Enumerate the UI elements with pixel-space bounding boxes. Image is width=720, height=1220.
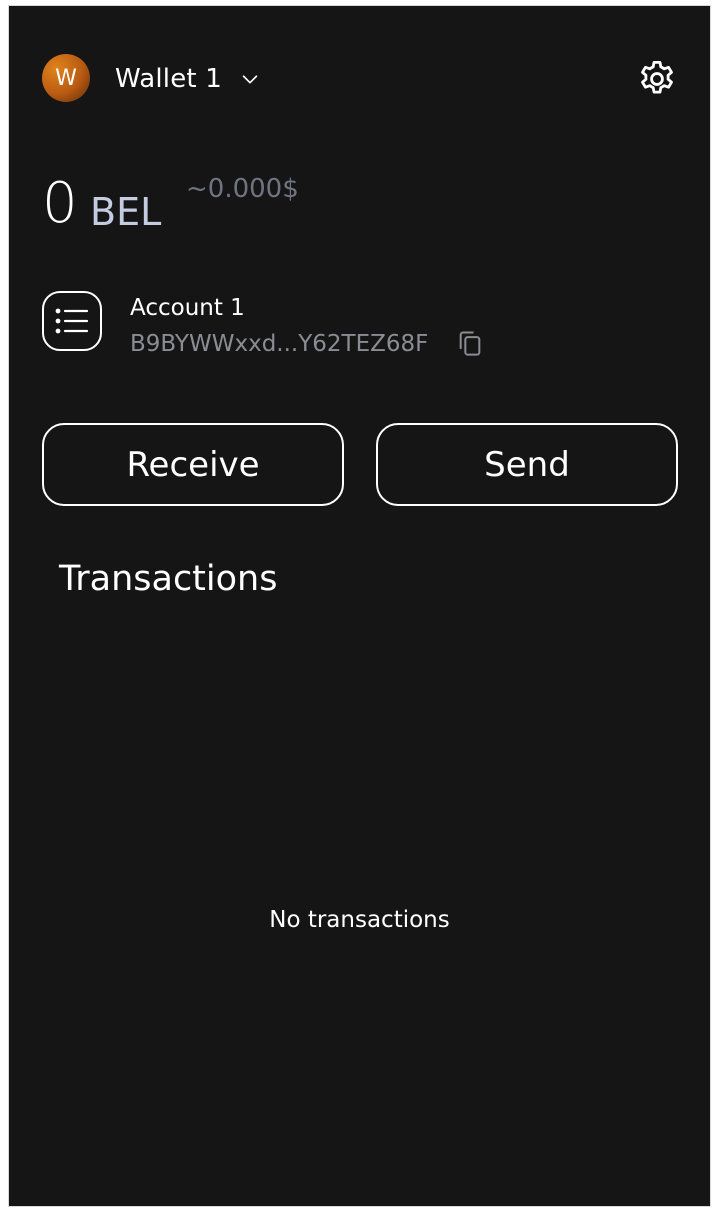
send-button[interactable]: Send: [376, 423, 678, 506]
wallet-popup: W Wallet 1 0 BEL ~0.000$ Account 1 B9BYW…: [8, 5, 711, 1207]
header: W Wallet 1: [42, 54, 678, 106]
account-list-button[interactable]: [42, 291, 102, 351]
wallet-name[interactable]: Wallet 1: [115, 64, 222, 94]
balance-unit: BEL: [90, 190, 162, 234]
balance-amount: 0: [42, 171, 78, 236]
list-icon: [55, 308, 89, 334]
wallet-avatar[interactable]: W: [42, 54, 90, 102]
copy-icon[interactable]: [456, 329, 484, 357]
gear-icon[interactable]: [636, 58, 678, 100]
account-name: Account 1: [130, 295, 245, 321]
chevron-down-icon[interactable]: [239, 68, 261, 90]
transactions-empty-message: No transactions: [269, 907, 450, 933]
receive-button[interactable]: Receive: [42, 423, 344, 506]
transactions-title: Transactions: [59, 559, 278, 599]
balance-usd: ~0.000$: [186, 174, 299, 204]
account-row: Account 1 B9BYWWxxd...Y62TEZ68F: [42, 291, 678, 357]
account-address: B9BYWWxxd...Y62TEZ68F: [130, 331, 429, 357]
avatar-letter: W: [55, 65, 77, 91]
